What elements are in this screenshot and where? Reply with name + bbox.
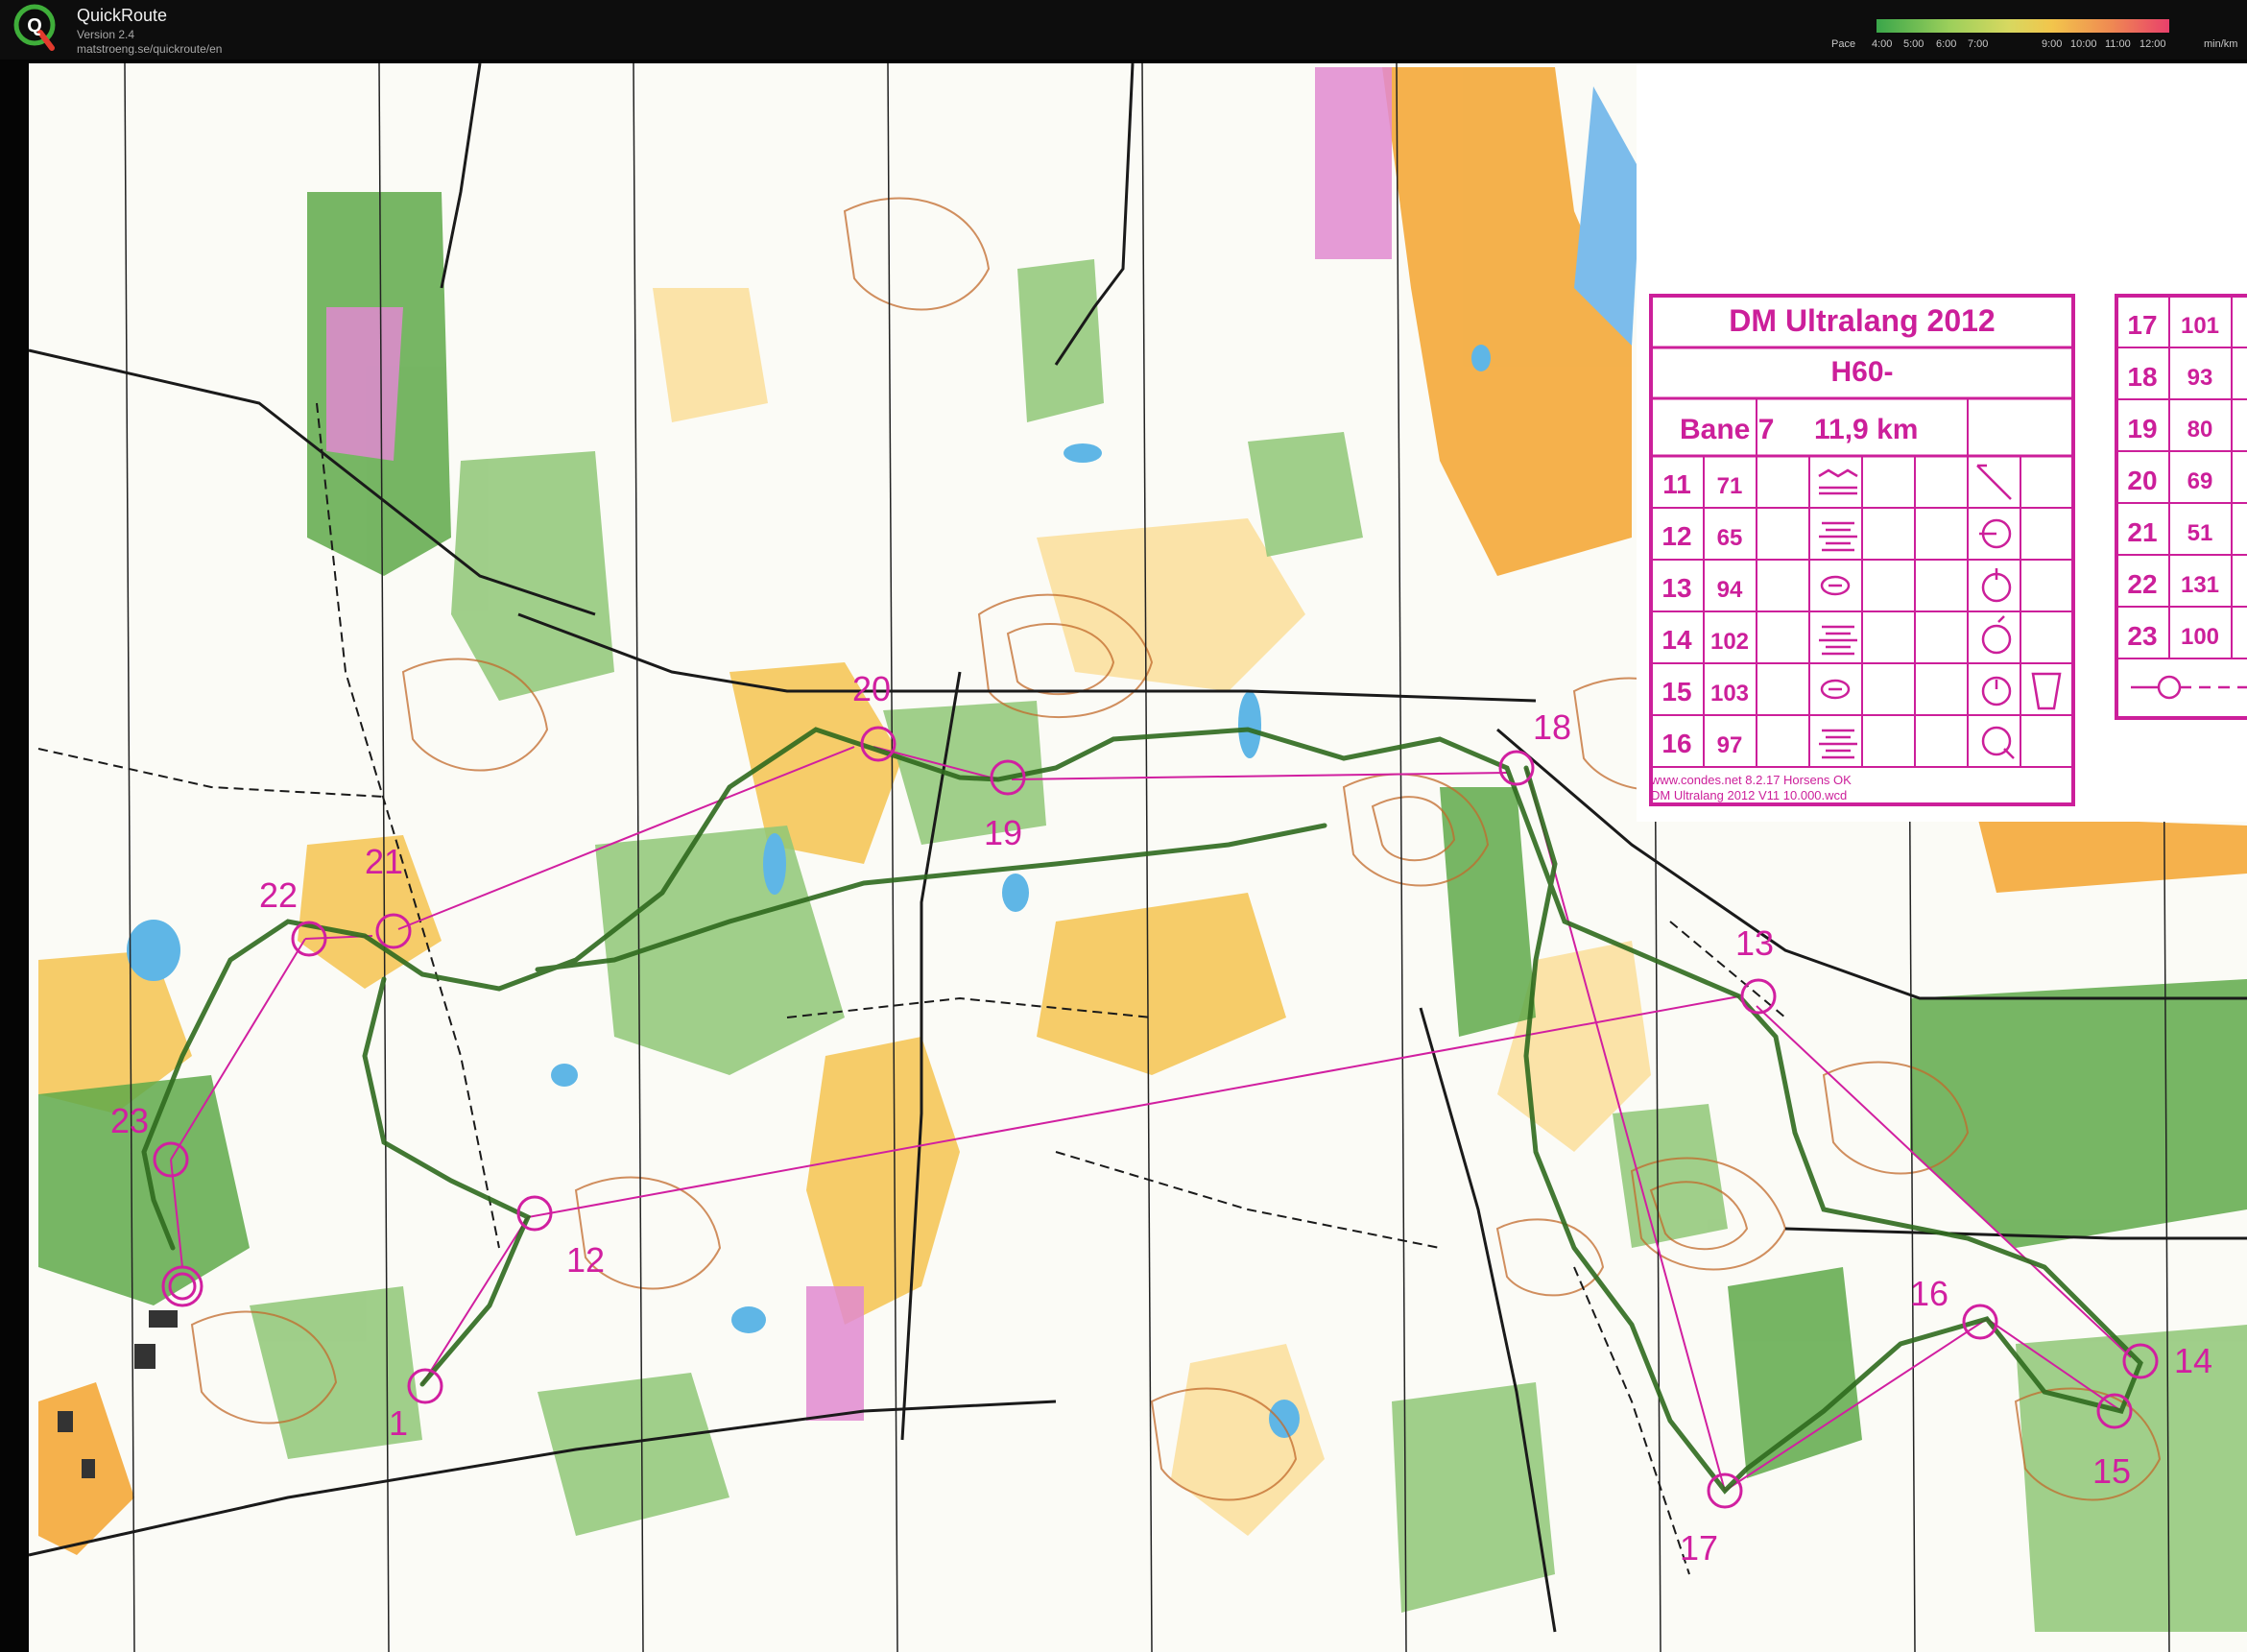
row-code-102: 102 xyxy=(1710,629,1749,655)
pace-tick-7: 7:00 xyxy=(1968,38,1989,50)
row-code-80: 80 xyxy=(2187,417,2213,443)
pace-tick-6: 6:00 xyxy=(1936,38,1957,50)
control-description-sheet: DM Ultralang 2012 H60- Bane 7 11,9 km 11… xyxy=(1649,294,2075,806)
course-class: H60- xyxy=(1830,356,1893,388)
row-num-12: 12 xyxy=(1661,521,1691,551)
row-num-17: 17 xyxy=(2127,310,2157,340)
pace-unit: min/km xyxy=(2204,38,2238,50)
course-title: DM Ultralang 2012 xyxy=(1729,303,1995,338)
pace-label: Pace xyxy=(1831,38,1856,50)
control-label-21: 21 xyxy=(365,842,403,881)
row-code-51: 51 xyxy=(2187,520,2213,546)
control-label-19: 19 xyxy=(984,813,1022,852)
row-num-21: 21 xyxy=(2127,517,2157,547)
row-code-93: 93 xyxy=(2187,365,2213,391)
app-version: Version 2.4 xyxy=(77,28,135,41)
app-title-bar: Q QuickRoute Version 2.4 matstroeng.se/q… xyxy=(0,0,2247,60)
row-num-22: 22 xyxy=(2127,569,2157,599)
row-code-65: 65 xyxy=(1717,525,1743,551)
orienteering-map[interactable]: 1 12 13 14 15 16 17 18 19 20 21 22 23 DM… xyxy=(0,60,2247,1652)
row-code-94: 94 xyxy=(1717,577,1743,603)
control-label-17: 17 xyxy=(1680,1528,1718,1568)
pace-tick-12: 12:00 xyxy=(2139,38,2166,50)
control-label-22: 22 xyxy=(259,875,298,915)
quickroute-logo-icon: Q xyxy=(13,4,56,51)
row-num-23: 23 xyxy=(2127,621,2157,651)
course-length: 11,9 km xyxy=(1814,414,1918,445)
pace-tick-10: 10:00 xyxy=(2070,38,2097,50)
control-description-sheet-continued: 17 101 18 93 19 80 20 69 21 51 22 131 23… xyxy=(2115,294,2247,720)
row-code-71: 71 xyxy=(1717,473,1743,499)
control-label-13: 13 xyxy=(1735,923,1774,963)
control-label-23: 23 xyxy=(110,1101,149,1140)
control-label-18: 18 xyxy=(1533,707,1571,747)
course-name: Bane 7 xyxy=(1680,414,1774,445)
pace-color-scale xyxy=(1876,19,2169,33)
row-num-11: 11 xyxy=(1662,469,1691,499)
row-num-14: 14 xyxy=(1661,625,1692,655)
row-code-97: 97 xyxy=(1717,732,1743,758)
control-label-15: 15 xyxy=(2092,1451,2131,1491)
row-code-103: 103 xyxy=(1710,681,1749,706)
app-url: matstroeng.se/quickroute/en xyxy=(77,42,223,56)
course-footer-line2: DM Ultralang 2012 V11 10.000.wcd xyxy=(1651,788,1847,802)
row-num-15: 15 xyxy=(1661,677,1691,706)
control-label-1: 1 xyxy=(389,1403,408,1443)
control-label-12: 12 xyxy=(566,1240,605,1280)
row-num-19: 19 xyxy=(2127,414,2157,443)
row-code-100: 100 xyxy=(2181,624,2219,650)
app-name: QuickRoute xyxy=(77,6,168,25)
row-num-16: 16 xyxy=(1661,729,1691,758)
control-label-20: 20 xyxy=(852,669,891,708)
pace-tick-11: 11:00 xyxy=(2105,38,2131,50)
row-code-69: 69 xyxy=(2187,468,2213,494)
row-num-18: 18 xyxy=(2127,362,2157,392)
row-code-131: 131 xyxy=(2181,572,2219,598)
control-label-14: 14 xyxy=(2174,1341,2212,1380)
pace-tick-4: 4:00 xyxy=(1872,38,1893,50)
row-num-13: 13 xyxy=(1661,573,1691,603)
course-footer-line1: www.condes.net 8.2.17 Horsens OK xyxy=(1650,773,1852,787)
row-num-20: 20 xyxy=(2127,466,2157,495)
pace-tick-5: 5:00 xyxy=(1903,38,1924,50)
logo-letter: Q xyxy=(27,15,42,36)
control-label-16: 16 xyxy=(1910,1274,1948,1313)
row-code-101: 101 xyxy=(2181,313,2219,339)
pace-tick-9: 9:00 xyxy=(2042,38,2063,50)
